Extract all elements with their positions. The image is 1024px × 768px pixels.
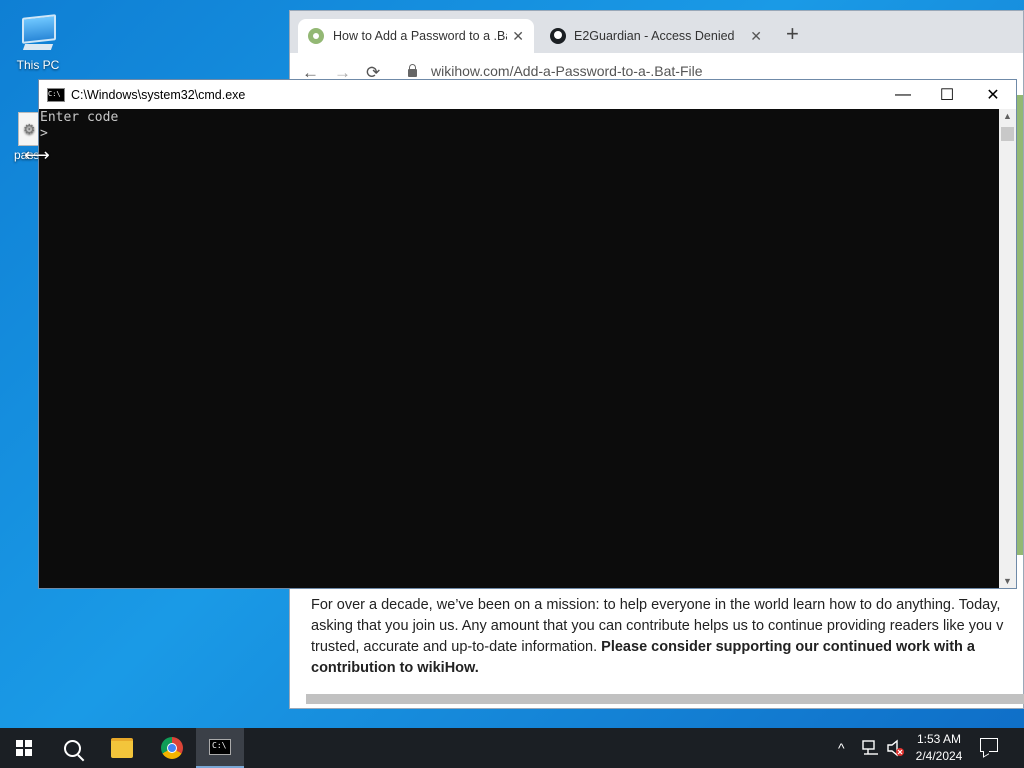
vertical-scrollbar[interactable]: ▲ ▼: [999, 109, 1016, 588]
new-tab-button[interactable]: +: [786, 23, 799, 45]
scroll-down-icon[interactable]: ▼: [999, 576, 1016, 586]
chrome-icon: [161, 737, 183, 759]
tab-strip: How to Add a Password to a .Bat ✕ E2Guar…: [290, 11, 1023, 53]
message-line: contribution to wikiHow.: [311, 658, 1024, 679]
message-bold-text: Please consider supporting our continued…: [601, 639, 975, 655]
console-prompt: >: [40, 126, 48, 141]
taskbar: C:\ ^ 1:53 AM 2/4/2024: [0, 728, 1024, 768]
file-explorer-button[interactable]: [98, 728, 146, 768]
donation-message: For over a decade, we’ve been on a missi…: [311, 595, 1024, 679]
desktop-icon-this-pc[interactable]: This PC: [6, 12, 70, 72]
github-favicon-icon: [550, 28, 566, 44]
action-center-icon[interactable]: [980, 738, 998, 752]
minimize-button[interactable]: —: [880, 80, 926, 109]
desktop-icon-label: This PC: [16, 58, 60, 72]
clock-time: 1:53 AM: [916, 732, 962, 746]
search-button[interactable]: [48, 728, 96, 768]
tab-title: E2Guardian - Access Denied: [574, 29, 735, 43]
resize-cursor-icon: ⟷: [24, 145, 50, 165]
clock-date: 2/4/2024: [915, 749, 963, 763]
window-title: C:\Windows\system32\cmd.exe: [71, 87, 246, 102]
windows-logo-icon: [16, 740, 32, 756]
horizontal-scrollbar[interactable]: [306, 694, 1024, 704]
scroll-up-icon[interactable]: ▲: [999, 111, 1016, 121]
console-line: Enter code: [40, 110, 119, 125]
message-line: asking that you join us. Any amount that…: [311, 618, 1004, 634]
cmd-title-bar[interactable]: C:\ C:\Windows\system32\cmd.exe — ☐ ✕: [39, 80, 1016, 109]
search-icon: [63, 739, 81, 757]
show-hidden-icons-button[interactable]: ^: [838, 728, 845, 768]
console-output[interactable]: Enter code >: [39, 109, 1000, 588]
maximize-button[interactable]: ☐: [924, 80, 970, 109]
cmd-taskbar-button[interactable]: C:\: [196, 728, 244, 768]
network-button[interactable]: [862, 728, 880, 768]
computer-icon: [18, 12, 58, 56]
contribution-link[interactable]: contribution to wikiHow.: [311, 660, 479, 676]
chrome-taskbar-button[interactable]: [148, 728, 196, 768]
tab-e2guardian[interactable]: E2Guardian - Access Denied ✕: [540, 19, 772, 53]
lock-icon: [408, 64, 417, 77]
cmd-app-icon: C:\: [47, 87, 65, 102]
url-text: wikihow.com/Add-a-Password-to-a-.Bat-Fil…: [431, 63, 703, 79]
message-line: For over a decade, we’ve been on a missi…: [311, 597, 1001, 613]
message-text: trusted, accurate and up-to-date informa…: [311, 639, 602, 655]
cmd-icon: C:\: [209, 739, 231, 755]
start-button[interactable]: [0, 728, 48, 768]
chevron-up-icon: ^: [838, 740, 845, 756]
tab-title: How to Add a Password to a .Bat: [333, 29, 507, 43]
scroll-thumb[interactable]: [1001, 127, 1014, 141]
message-line: trusted, accurate and up-to-date informa…: [311, 637, 1024, 658]
network-icon: [862, 740, 878, 755]
volume-button[interactable]: [886, 728, 906, 768]
close-tab-icon[interactable]: ✕: [512, 28, 524, 45]
volume-muted-icon: [887, 739, 904, 757]
close-tab-icon[interactable]: ✕: [750, 28, 762, 45]
folder-icon: [111, 738, 133, 758]
wikihow-favicon-icon: [308, 28, 324, 44]
cmd-window: C:\ C:\Windows\system32\cmd.exe — ☐ ✕ En…: [38, 79, 1017, 589]
address-bar[interactable]: wikihow.com/Add-a-Password-to-a-.Bat-Fil…: [408, 63, 703, 79]
close-button[interactable]: ✕: [970, 80, 1016, 109]
clock[interactable]: 1:53 AM 2/4/2024: [908, 731, 970, 765]
tab-wikihow[interactable]: How to Add a Password to a .Bat ✕: [298, 19, 534, 53]
